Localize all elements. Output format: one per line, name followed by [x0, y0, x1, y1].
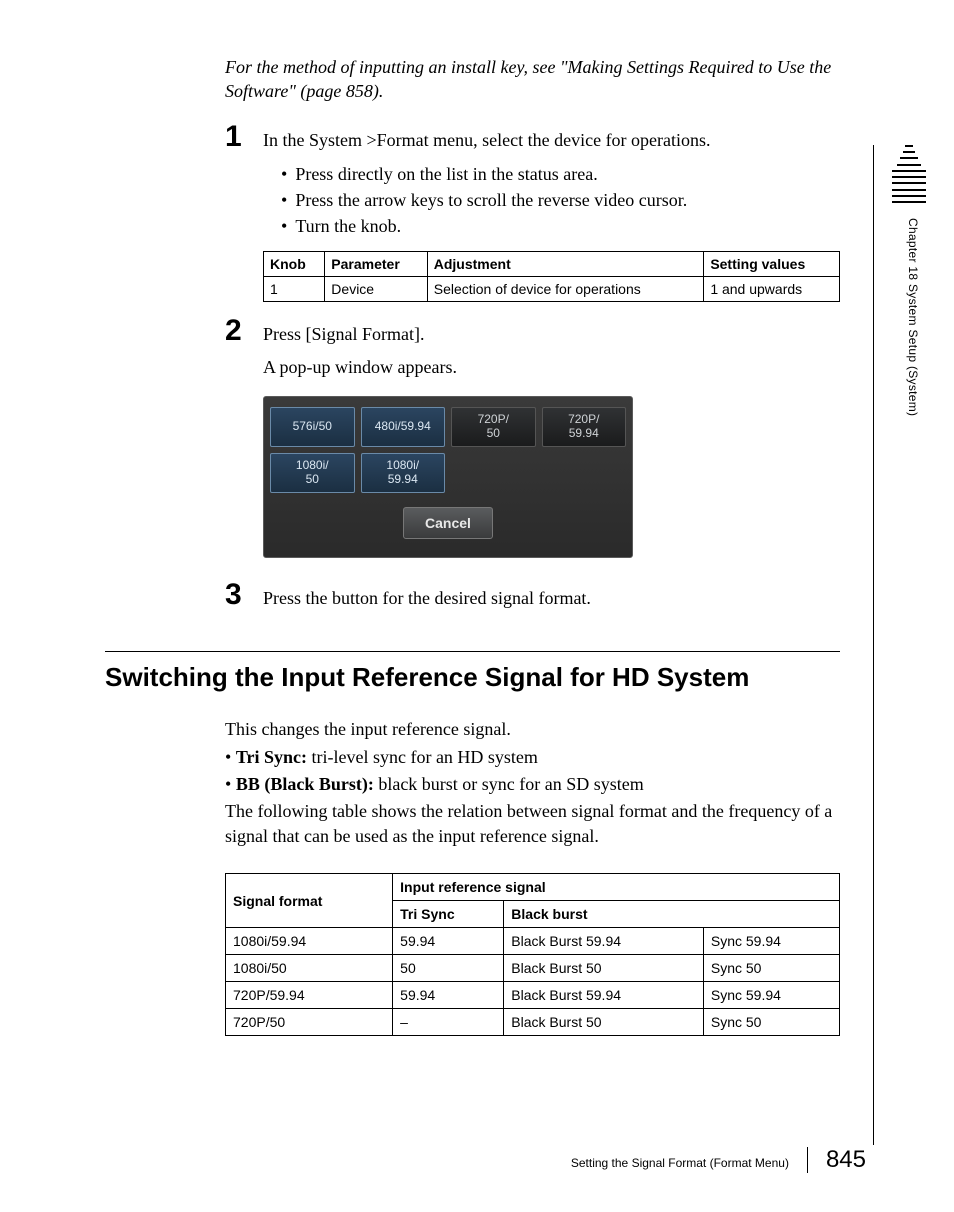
th-parameter: Parameter — [325, 252, 427, 277]
table-row: 720P/50 – Black Burst 50 Sync 50 — [226, 1009, 840, 1036]
step-1-number: 1 — [225, 122, 249, 152]
install-key-note: For the method of inputting an install k… — [225, 55, 840, 104]
signal-format-popup: 576i/50 480i/59.94 720P/ 50 720P/ 59.94 … — [263, 396, 633, 558]
td-adjustment: Selection of device for operations — [427, 277, 704, 302]
section-heading: Switching the Input Reference Signal for… — [105, 662, 840, 693]
section-tail: The following table shows the relation b… — [225, 799, 840, 849]
table-row: 720P/59.94 59.94 Black Burst 59.94 Sync … — [226, 982, 840, 1009]
step-2-text: Press [Signal Format]. — [263, 322, 840, 347]
page-number: 845 — [826, 1146, 866, 1174]
footer-separator — [807, 1147, 808, 1173]
cancel-button[interactable]: Cancel — [403, 507, 493, 539]
step-1-text: In the System >Format menu, select the d… — [263, 128, 840, 153]
th-signal-format: Signal format — [226, 874, 393, 928]
bullet-black-burst: BB (Black Burst): black burst or sync fo… — [225, 772, 840, 797]
format-1080i-50-button[interactable]: 1080i/ 50 — [270, 453, 355, 493]
td-setting-values: 1 and upwards — [704, 277, 840, 302]
th-black-burst: Black burst — [504, 901, 840, 928]
reference-signal-table: Signal format Input reference signal Tri… — [225, 873, 840, 1036]
th-tri-sync: Tri Sync — [393, 901, 504, 928]
knob-parameter-table: Knob Parameter Adjustment Setting values… — [263, 251, 840, 302]
th-adjustment: Adjustment — [427, 252, 704, 277]
footer-title: Setting the Signal Format (Format Menu) — [571, 1156, 789, 1170]
step-3-text: Press the button for the desired signal … — [263, 586, 840, 611]
chapter-side-label: Chapter 18 System Setup (System) — [906, 218, 920, 416]
format-720p-5994-button[interactable]: 720P/ 59.94 — [542, 407, 627, 447]
td-parameter: Device — [325, 277, 427, 302]
step-1-bullets: Press directly on the list in the status… — [281, 161, 840, 239]
vertical-rule — [873, 145, 874, 1145]
format-576i-50-button[interactable]: 576i/50 — [270, 407, 355, 447]
table-row: 1080i/50 50 Black Burst 50 Sync 50 — [226, 955, 840, 982]
bullet-arrow-keys: Press the arrow keys to scroll the rever… — [281, 187, 840, 213]
format-480i-5994-button[interactable]: 480i/59.94 — [361, 407, 446, 447]
bullet-tri-sync: Tri Sync: tri-level sync for an HD syste… — [225, 745, 840, 770]
step-2-subtext: A pop-up window appears. — [263, 357, 840, 378]
table-row: 1080i/59.94 59.94 Black Burst 59.94 Sync… — [226, 928, 840, 955]
format-720p-50-button[interactable]: 720P/ 50 — [451, 407, 536, 447]
step-2-number: 2 — [225, 316, 249, 346]
bullet-turn-knob: Turn the knob. — [281, 213, 840, 239]
td-knob: 1 — [264, 277, 325, 302]
th-input-reference: Input reference signal — [393, 874, 840, 901]
step-3-number: 3 — [225, 580, 249, 610]
step-3: 3 Press the button for the desired signa… — [225, 580, 840, 611]
thumb-index-icon — [892, 145, 926, 203]
th-setting-values: Setting values — [704, 252, 840, 277]
table-row: 1 Device Selection of device for operati… — [264, 277, 840, 302]
format-1080i-5994-button[interactable]: 1080i/ 59.94 — [361, 453, 446, 493]
th-knob: Knob — [264, 252, 325, 277]
bullet-press-list: Press directly on the list in the status… — [281, 161, 840, 187]
step-1: 1 In the System >Format menu, select the… — [225, 122, 840, 302]
section-intro: This changes the input reference signal. — [225, 717, 840, 742]
section-body: This changes the input reference signal.… — [225, 717, 840, 849]
step-2: 2 Press [Signal Format]. A pop-up window… — [225, 316, 840, 558]
section-divider — [105, 651, 840, 652]
page-footer: Setting the Signal Format (Format Menu) … — [571, 1146, 866, 1174]
